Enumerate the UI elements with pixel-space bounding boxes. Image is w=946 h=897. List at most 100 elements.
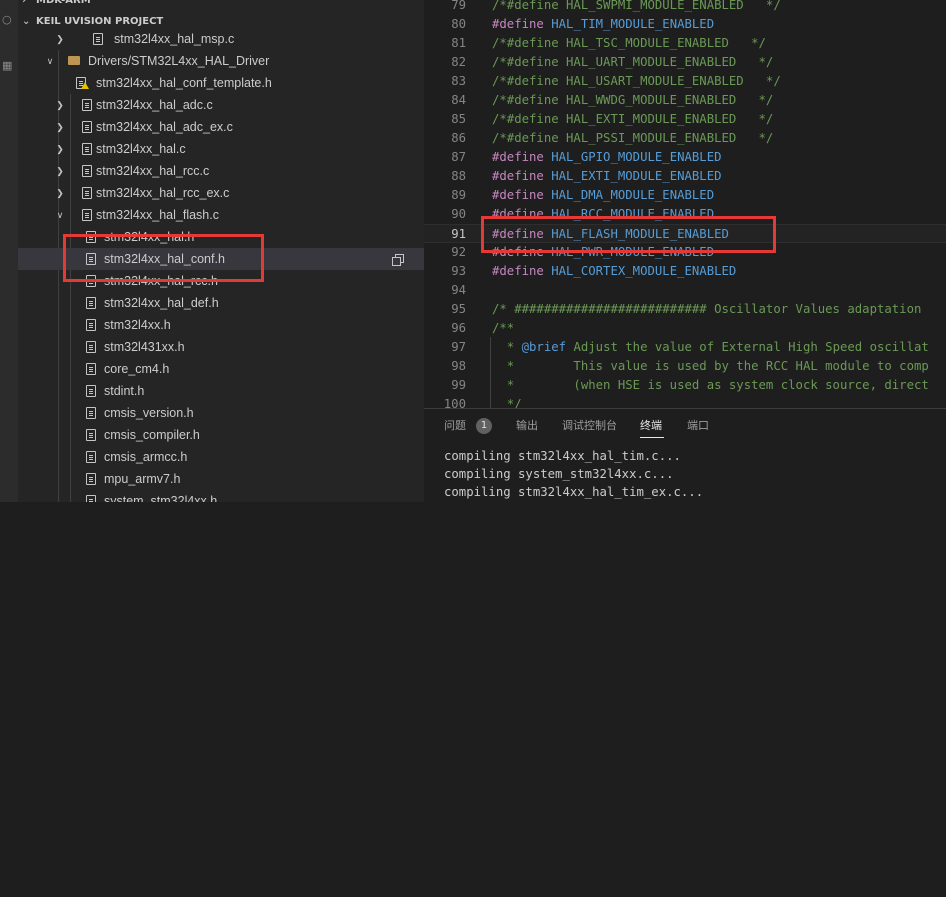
code-line[interactable]: 81 /*#define HAL_TSC_MODULE_ENABLED */ xyxy=(424,34,946,53)
terminal-output-line: compiling system_stm32l4xx.c... xyxy=(444,467,674,481)
code-line[interactable]: 86 /*#define HAL_PSSI_MODULE_ENABLED */ xyxy=(424,129,946,148)
copy-path-icon[interactable] xyxy=(392,254,404,266)
file-icon xyxy=(82,187,92,199)
code-line[interactable]: 85 /*#define HAL_EXTI_MODULE_ENABLED */ xyxy=(424,110,946,129)
tree-item[interactable]: stm32l4xx_hal_conf_template.h xyxy=(18,72,424,94)
tree-item[interactable]: stm32l431xx.h xyxy=(18,336,424,358)
sidebar-header-mdk[interactable]: › MDK-ARM xyxy=(18,0,424,8)
tree-item[interactable]: mpu_armv7.h xyxy=(18,468,424,490)
code-text: /*#define HAL_TSC_MODULE_ENABLED */ xyxy=(492,34,766,53)
macro-token: HAL_CORTEX_MODULE_ENABLED xyxy=(551,264,737,278)
line-number: 95 xyxy=(451,302,466,316)
code-line[interactable]: 97 * @brief Adjust the value of External… xyxy=(424,338,946,357)
line-number: 88 xyxy=(451,169,466,183)
line-number: 87 xyxy=(451,150,466,164)
tree-item[interactable]: ❯ stm32l4xx_hal_adc_ex.c xyxy=(18,116,424,138)
keyword-token: #define xyxy=(492,17,544,31)
code-text: * (when HSE is used as system clock sour… xyxy=(492,376,929,395)
tree-item[interactable]: ❯ stm32l4xx_hal.c xyxy=(18,138,424,160)
tree-item-label: mpu_armv7.h xyxy=(104,472,181,486)
code-line[interactable]: 80 #define HAL_TIM_MODULE_ENABLED xyxy=(424,15,946,34)
code-line[interactable]: 100 */ xyxy=(424,395,946,408)
code-line[interactable]: 88 #define HAL_EXTI_MODULE_ENABLED xyxy=(424,167,946,186)
tree-item[interactable]: cmsis_armcc.h xyxy=(18,446,424,468)
keyword-token: #define xyxy=(492,169,544,183)
highlight-box-define xyxy=(481,216,776,253)
code-text: /*#define HAL_WWDG_MODULE_ENABLED */ xyxy=(492,91,773,110)
tree-item[interactable]: ❯ stm32l4xx_hal_msp.c xyxy=(18,28,424,50)
chevron-right-icon[interactable]: ❯ xyxy=(54,182,66,204)
chevron-right-icon[interactable]: ❯ xyxy=(54,116,66,138)
chevron-right-icon[interactable]: ❯ xyxy=(54,160,66,182)
tab-problems[interactable]: 问题 xyxy=(444,419,466,433)
tree-item[interactable]: core_cm4.h xyxy=(18,358,424,380)
section-title: KEIL UVISION PROJECT xyxy=(36,16,164,27)
code-editor[interactable]: 79 /*#define HAL_SWPMI_MODULE_ENABLED */ 8… xyxy=(424,0,946,408)
tree-item[interactable]: cmsis_version.h xyxy=(18,402,424,424)
search-icon[interactable]: ○ xyxy=(2,14,12,26)
code-line[interactable]: 84 /*#define HAL_WWDG_MODULE_ENABLED */ xyxy=(424,91,946,110)
tree-item-label: cmsis_armcc.h xyxy=(104,450,188,464)
tree-item[interactable]: system_stm32l4xx.h xyxy=(18,490,424,502)
tab-output[interactable]: 输出 xyxy=(516,419,538,433)
highlight-box-file xyxy=(63,234,264,282)
file-icon xyxy=(86,319,96,331)
keyword-token: #define xyxy=(492,150,544,164)
keyword-token: #define xyxy=(492,264,544,278)
tree-item[interactable]: stm32l4xx.h xyxy=(18,314,424,336)
code-token: /*#define HAL_TSC_MODULE_ENABLED */ xyxy=(492,36,766,50)
tab-terminal[interactable]: 终端 xyxy=(640,419,662,433)
tab-debug-console[interactable]: 调试控制台 xyxy=(562,419,617,433)
file-icon xyxy=(82,209,92,221)
code-line[interactable]: 79 /*#define HAL_SWPMI_MODULE_ENABLED */ xyxy=(424,0,946,15)
terminal-output-line: compiling stm32l4xx_hal_tim.c... xyxy=(444,449,681,463)
chevron-right-icon[interactable]: ❯ xyxy=(54,28,66,50)
code-line[interactable]: 83 /*#define HAL_USART_MODULE_ENABLED */ xyxy=(424,72,946,91)
code-line[interactable]: 96 /** xyxy=(424,319,946,338)
tree-item[interactable]: cmsis_compiler.h xyxy=(18,424,424,446)
section-keil-project[interactable]: ⌄ KEIL UVISION PROJECT xyxy=(18,15,424,29)
tree-item[interactable]: ❯ stm32l4xx_hal_rcc.c xyxy=(18,160,424,182)
tree-item[interactable]: stm32l4xx_hal_def.h xyxy=(18,292,424,314)
tree-item[interactable]: ❯ stm32l4xx_hal_rcc_ex.c xyxy=(18,182,424,204)
tab-ports[interactable]: 端口 xyxy=(687,419,709,433)
chevron-down-icon[interactable]: ∨ xyxy=(54,204,66,226)
extensions-icon[interactable]: ▦ xyxy=(2,60,12,72)
terminal-output-line: compiling stm32l4xx_hal_tim_ex.c... xyxy=(444,485,704,499)
tree-item[interactable]: stdint.h xyxy=(18,380,424,402)
code-text: */ xyxy=(492,395,522,408)
code-token: */ xyxy=(492,397,522,408)
macro-token: HAL_TIM_MODULE_ENABLED xyxy=(551,17,715,31)
code-line[interactable]: 93 #define HAL_CORTEX_MODULE_ENABLED xyxy=(424,262,946,281)
line-number: 83 xyxy=(451,74,466,88)
file-icon xyxy=(82,121,92,133)
tree-folder[interactable]: ∨ Drivers/STM32L4xx_HAL_Driver xyxy=(18,50,424,72)
tree-item-label: stm32l4xx.h xyxy=(104,318,171,332)
tree-item[interactable]: ∨ stm32l4xx_hal_flash.c xyxy=(18,204,424,226)
code-token: * xyxy=(492,340,522,354)
bottom-panel: 问题 1 输出 调试控制台 终端 端口 compiling stm32l4xx_hal_t… xyxy=(424,408,946,502)
file-icon xyxy=(86,473,96,485)
tree-item-label: cmsis_compiler.h xyxy=(104,428,200,442)
line-number: 86 xyxy=(451,131,466,145)
code-line[interactable]: 89 #define HAL_DMA_MODULE_ENABLED xyxy=(424,186,946,205)
chevron-right-icon[interactable]: ❯ xyxy=(54,138,66,160)
line-number: 97 xyxy=(451,340,466,354)
tree-item-label: stdint.h xyxy=(104,384,145,398)
file-icon xyxy=(82,99,92,111)
code-line[interactable]: 82 /*#define HAL_UART_MODULE_ENABLED */ xyxy=(424,53,946,72)
macro-token: HAL_DMA_MODULE_ENABLED xyxy=(551,188,715,202)
file-icon xyxy=(86,341,96,353)
code-line[interactable]: 95 /* ########################## Oscillat… xyxy=(424,300,946,319)
code-line[interactable]: 98 * This value is used by the RCC HAL m… xyxy=(424,357,946,376)
code-token: /* ########################## Oscillator… xyxy=(492,302,922,316)
line-number: 81 xyxy=(451,36,466,50)
code-line[interactable]: 99 * (when HSE is used as system clock s… xyxy=(424,376,946,395)
chevron-right-icon[interactable]: ❯ xyxy=(54,94,66,116)
code-line[interactable]: 94 xyxy=(424,281,946,300)
code-line[interactable]: 87 #define HAL_GPIO_MODULE_ENABLED xyxy=(424,148,946,167)
code-token: /*#define HAL_WWDG_MODULE_ENABLED */ xyxy=(492,93,774,107)
chevron-down-icon[interactable]: ∨ xyxy=(44,50,56,72)
line-number: 99 xyxy=(451,378,466,392)
tree-item[interactable]: ❯ stm32l4xx_hal_adc.c xyxy=(18,94,424,116)
